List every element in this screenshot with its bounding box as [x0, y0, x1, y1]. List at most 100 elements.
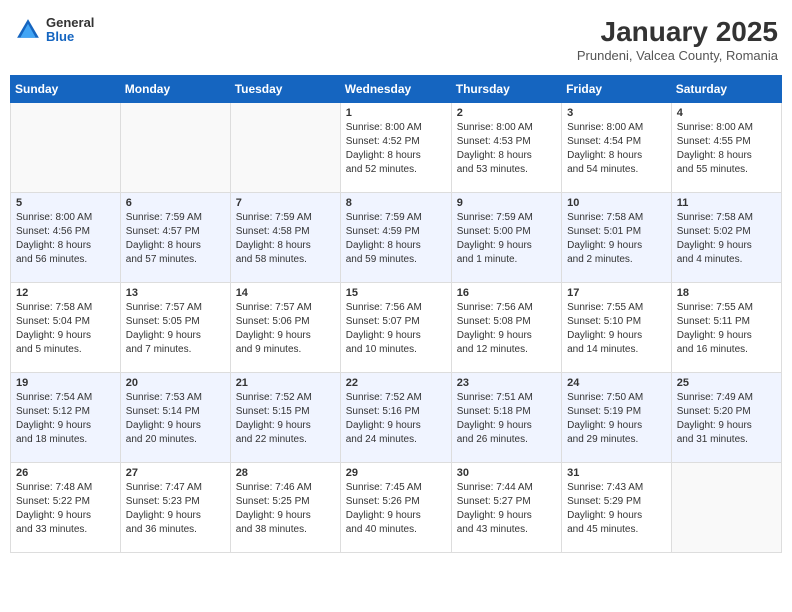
- calendar-cell: 31 Sunrise: 7:43 AM Sunset: 5:29 PM Dayli…: [562, 463, 672, 553]
- day-detail: Sunrise: 7:49 AM Sunset: 5:20 PM Dayligh…: [677, 391, 776, 447]
- calendar-cell: 3 Sunrise: 8:00 AM Sunset: 4:54 PM Daylig…: [562, 103, 672, 193]
- day-number: 28: [236, 467, 335, 479]
- day-number: 31: [567, 467, 666, 479]
- calendar-cell: 24 Sunrise: 7:50 AM Sunset: 5:19 PM Dayli…: [562, 373, 672, 463]
- day-number: 1: [346, 107, 446, 119]
- calendar-table: SundayMondayTuesdayWednesdayThursdayFrid…: [10, 75, 782, 553]
- calendar-cell: 29 Sunrise: 7:45 AM Sunset: 5:26 PM Dayli…: [340, 463, 451, 553]
- calendar-cell: [671, 463, 781, 553]
- week-row-2: 5 Sunrise: 8:00 AM Sunset: 4:56 PM Daylig…: [11, 193, 782, 283]
- day-number: 18: [677, 287, 776, 299]
- week-row-4: 19 Sunrise: 7:54 AM Sunset: 5:12 PM Dayli…: [11, 373, 782, 463]
- calendar-cell: 9Sunrise: 7:59 AM Sunset: 5:00 PM Daylig…: [451, 193, 561, 283]
- day-number: 11: [677, 197, 776, 209]
- day-detail: Sunrise: 7:57 AM Sunset: 5:05 PM Dayligh…: [126, 301, 225, 357]
- calendar-subtitle: Prundeni, Valcea County, Romania: [577, 48, 778, 63]
- day-detail: Sunrise: 7:54 AM Sunset: 5:12 PM Dayligh…: [16, 391, 115, 447]
- calendar-cell: 30Sunrise: 7:44 AM Sunset: 5:27 PM Dayli…: [451, 463, 561, 553]
- logo-blue-text: Blue: [46, 30, 94, 44]
- day-number: 15: [346, 287, 446, 299]
- day-number: 26: [16, 467, 115, 479]
- day-detail: Sunrise: 7:50 AM Sunset: 5:19 PM Dayligh…: [567, 391, 666, 447]
- day-detail: Sunrise: 7:59 AM Sunset: 4:59 PM Dayligh…: [346, 211, 446, 267]
- day-detail: Sunrise: 7:46 AM Sunset: 5:25 PM Dayligh…: [236, 481, 335, 537]
- day-detail: Sunrise: 7:55 AM Sunset: 5:11 PM Dayligh…: [677, 301, 776, 357]
- logo-text: General Blue: [46, 16, 94, 45]
- calendar-cell: 4 Sunrise: 8:00 AM Sunset: 4:55 PM Daylig…: [671, 103, 781, 193]
- day-detail: Sunrise: 7:59 AM Sunset: 4:58 PM Dayligh…: [236, 211, 335, 267]
- day-detail: Sunrise: 7:43 AM Sunset: 5:29 PM Dayligh…: [567, 481, 666, 537]
- day-number: 5: [16, 197, 115, 209]
- calendar-cell: 8 Sunrise: 7:59 AM Sunset: 4:59 PM Daylig…: [340, 193, 451, 283]
- day-detail: Sunrise: 7:44 AM Sunset: 5:27 PM Dayligh…: [457, 481, 556, 537]
- day-detail: Sunrise: 7:58 AM Sunset: 5:01 PM Dayligh…: [567, 211, 666, 267]
- title-section: January 2025 Prundeni, Valcea County, Ro…: [577, 16, 778, 63]
- day-detail: Sunrise: 7:55 AM Sunset: 5:10 PM Dayligh…: [567, 301, 666, 357]
- weekday-header-monday: Monday: [120, 76, 230, 103]
- day-detail: Sunrise: 8:00 AM Sunset: 4:56 PM Dayligh…: [16, 211, 115, 267]
- day-number: 22: [346, 377, 446, 389]
- day-number: 23: [457, 377, 556, 389]
- day-detail: Sunrise: 7:58 AM Sunset: 5:02 PM Dayligh…: [677, 211, 776, 267]
- day-detail: Sunrise: 7:52 AM Sunset: 5:15 PM Dayligh…: [236, 391, 335, 447]
- calendar-cell: 1 Sunrise: 8:00 AM Sunset: 4:52 PM Daylig…: [340, 103, 451, 193]
- week-row-3: 12Sunrise: 7:58 AM Sunset: 5:04 PM Dayli…: [11, 283, 782, 373]
- day-number: 2: [457, 107, 556, 119]
- day-number: 24: [567, 377, 666, 389]
- week-row-1: 1 Sunrise: 8:00 AM Sunset: 4:52 PM Daylig…: [11, 103, 782, 193]
- weekday-header-row: SundayMondayTuesdayWednesdayThursdayFrid…: [11, 76, 782, 103]
- day-number: 29: [346, 467, 446, 479]
- day-number: 4: [677, 107, 776, 119]
- day-detail: Sunrise: 8:00 AM Sunset: 4:54 PM Dayligh…: [567, 121, 666, 177]
- calendar-cell: [120, 103, 230, 193]
- calendar-cell: 12Sunrise: 7:58 AM Sunset: 5:04 PM Dayli…: [11, 283, 121, 373]
- weekday-header-sunday: Sunday: [11, 76, 121, 103]
- calendar-title: January 2025: [577, 16, 778, 48]
- calendar-cell: 14Sunrise: 7:57 AM Sunset: 5:06 PM Dayli…: [230, 283, 340, 373]
- day-detail: Sunrise: 7:52 AM Sunset: 5:16 PM Dayligh…: [346, 391, 446, 447]
- weekday-header-wednesday: Wednesday: [340, 76, 451, 103]
- calendar-cell: 16Sunrise: 7:56 AM Sunset: 5:08 PM Dayli…: [451, 283, 561, 373]
- day-number: 17: [567, 287, 666, 299]
- day-number: 19: [16, 377, 115, 389]
- day-detail: Sunrise: 7:59 AM Sunset: 4:57 PM Dayligh…: [126, 211, 225, 267]
- day-detail: Sunrise: 8:00 AM Sunset: 4:55 PM Dayligh…: [677, 121, 776, 177]
- day-detail: Sunrise: 7:51 AM Sunset: 5:18 PM Dayligh…: [457, 391, 556, 447]
- calendar-cell: 19 Sunrise: 7:54 AM Sunset: 5:12 PM Dayli…: [11, 373, 121, 463]
- calendar-cell: [230, 103, 340, 193]
- calendar-cell: 11 Sunrise: 7:58 AM Sunset: 5:02 PM Dayli…: [671, 193, 781, 283]
- day-detail: Sunrise: 8:00 AM Sunset: 4:53 PM Dayligh…: [457, 121, 556, 177]
- day-detail: Sunrise: 7:56 AM Sunset: 5:07 PM Dayligh…: [346, 301, 446, 357]
- calendar-cell: 7 Sunrise: 7:59 AM Sunset: 4:58 PM Daylig…: [230, 193, 340, 283]
- day-detail: Sunrise: 7:45 AM Sunset: 5:26 PM Dayligh…: [346, 481, 446, 537]
- weekday-header-friday: Friday: [562, 76, 672, 103]
- day-detail: Sunrise: 7:57 AM Sunset: 5:06 PM Dayligh…: [236, 301, 335, 357]
- day-number: 16: [457, 287, 556, 299]
- day-number: 3: [567, 107, 666, 119]
- day-number: 6: [126, 197, 225, 209]
- page-header: General Blue January 2025 Prundeni, Valc…: [10, 10, 782, 69]
- day-number: 13: [126, 287, 225, 299]
- calendar-cell: 25Sunrise: 7:49 AM Sunset: 5:20 PM Dayli…: [671, 373, 781, 463]
- calendar-cell: 5 Sunrise: 8:00 AM Sunset: 4:56 PM Daylig…: [11, 193, 121, 283]
- calendar-cell: 6 Sunrise: 7:59 AM Sunset: 4:57 PM Daylig…: [120, 193, 230, 283]
- weekday-header-tuesday: Tuesday: [230, 76, 340, 103]
- logo-icon: [14, 16, 42, 44]
- weekday-header-saturday: Saturday: [671, 76, 781, 103]
- day-detail: Sunrise: 7:48 AM Sunset: 5:22 PM Dayligh…: [16, 481, 115, 537]
- day-number: 21: [236, 377, 335, 389]
- day-number: 10: [567, 197, 666, 209]
- day-number: 8: [346, 197, 446, 209]
- day-detail: Sunrise: 7:59 AM Sunset: 5:00 PM Dayligh…: [457, 211, 556, 267]
- day-number: 7: [236, 197, 335, 209]
- day-detail: Sunrise: 7:58 AM Sunset: 5:04 PM Dayligh…: [16, 301, 115, 357]
- calendar-cell: 27Sunrise: 7:47 AM Sunset: 5:23 PM Dayli…: [120, 463, 230, 553]
- week-row-5: 26 Sunrise: 7:48 AM Sunset: 5:22 PM Dayli…: [11, 463, 782, 553]
- calendar-cell: 26 Sunrise: 7:48 AM Sunset: 5:22 PM Dayli…: [11, 463, 121, 553]
- logo-general-text: General: [46, 16, 94, 30]
- calendar-cell: 20Sunrise: 7:53 AM Sunset: 5:14 PM Dayli…: [120, 373, 230, 463]
- day-detail: Sunrise: 8:00 AM Sunset: 4:52 PM Dayligh…: [346, 121, 446, 177]
- calendar-cell: 18 Sunrise: 7:55 AM Sunset: 5:11 PM Dayli…: [671, 283, 781, 373]
- calendar-cell: 17 Sunrise: 7:55 AM Sunset: 5:10 PM Dayli…: [562, 283, 672, 373]
- logo: General Blue: [14, 16, 94, 45]
